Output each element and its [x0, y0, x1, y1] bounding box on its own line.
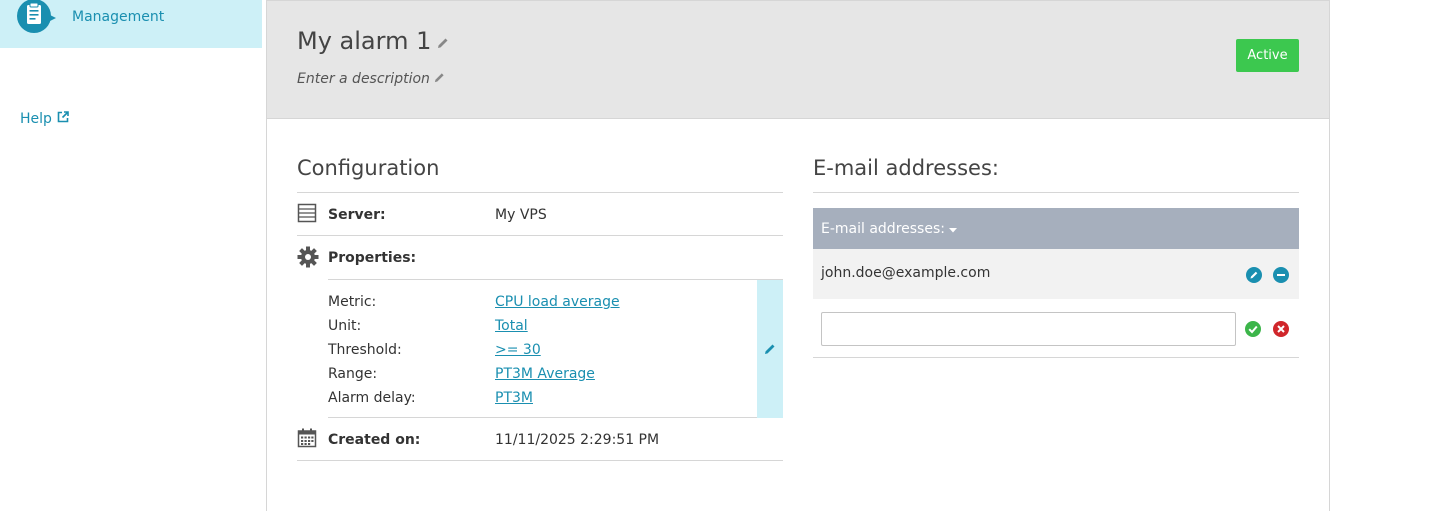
help-link[interactable]: Help: [20, 111, 69, 127]
edit-description-pencil-icon[interactable]: [434, 71, 445, 87]
gear-icon: [297, 246, 319, 268]
configuration-title: Configuration: [297, 156, 783, 193]
property-value-threshold[interactable]: >= 30: [495, 342, 541, 358]
property-value-metric[interactable]: CPU load average: [495, 294, 620, 310]
new-email-input[interactable]: [821, 312, 1236, 346]
pencil-icon: [764, 340, 776, 359]
properties-row: Properties:: [297, 236, 783, 279]
properties-label: Properties:: [328, 250, 417, 266]
property-label-unit: Unit:: [328, 318, 362, 334]
server-label: Server:: [328, 207, 386, 223]
status-badge[interactable]: Active: [1236, 39, 1299, 72]
email-column-header-label: E-mail addresses:: [821, 220, 945, 237]
edit-properties-button[interactable]: [757, 280, 783, 418]
new-email-row: [813, 299, 1299, 358]
email-section: E-mail addresses: E-mail addresses: john…: [813, 156, 1299, 358]
property-value-alarm-delay[interactable]: PT3M: [495, 390, 533, 406]
help-label: Help: [20, 111, 52, 127]
property-label-alarm-delay: Alarm delay:: [328, 390, 416, 406]
remove-email-icon[interactable]: [1273, 267, 1289, 283]
edit-title-pencil-icon[interactable]: [437, 27, 449, 55]
property-label-range: Range:: [328, 366, 378, 382]
property-label-metric: Metric:: [328, 294, 377, 310]
calendar-icon: [297, 428, 319, 450]
email-section-title: E-mail addresses:: [813, 156, 1299, 193]
alarm-header: My alarm 1 Enter a description Active: [267, 0, 1329, 119]
caret-down-icon: [948, 221, 957, 237]
external-link-icon: [57, 111, 69, 127]
alarm-description[interactable]: Enter a description: [297, 71, 430, 87]
configuration-section: Configuration Server: My VPS Properties:…: [297, 156, 783, 461]
server-row: Server: My VPS: [297, 193, 783, 236]
clipboard-icon: [16, 0, 56, 34]
email-list-item: john.doe@example.com: [813, 249, 1299, 299]
alarm-title-container: My alarm 1: [297, 27, 449, 55]
alarm-description-container: Enter a description: [297, 71, 445, 87]
server-icon: [297, 203, 319, 225]
email-column-header[interactable]: E-mail addresses:: [813, 208, 1299, 249]
server-value: My VPS: [495, 207, 547, 223]
properties-list: Metric: CPU load average Unit: Total Thr…: [328, 279, 783, 418]
created-row: Created on: 11/11/2025 2:29:51 PM: [297, 418, 783, 461]
alarm-title: My alarm 1: [297, 27, 432, 55]
cancel-email-icon[interactable]: [1273, 321, 1289, 337]
sidebar-item-label: Management: [72, 9, 165, 25]
confirm-email-icon[interactable]: [1245, 321, 1261, 337]
sidebar-item-management[interactable]: Management: [0, 0, 262, 48]
property-value-unit[interactable]: Total: [495, 318, 528, 334]
created-label: Created on:: [328, 432, 421, 448]
created-value: 11/11/2025 2:29:51 PM: [495, 432, 660, 448]
email-address: john.doe@example.com: [821, 265, 991, 281]
sidebar: Management Help: [0, 0, 262, 511]
alarm-detail-panel: My alarm 1 Enter a description Active Co…: [266, 0, 1330, 511]
property-value-range[interactable]: PT3M Average: [495, 366, 595, 382]
edit-email-icon[interactable]: [1246, 267, 1262, 283]
property-label-threshold: Threshold:: [328, 342, 402, 358]
